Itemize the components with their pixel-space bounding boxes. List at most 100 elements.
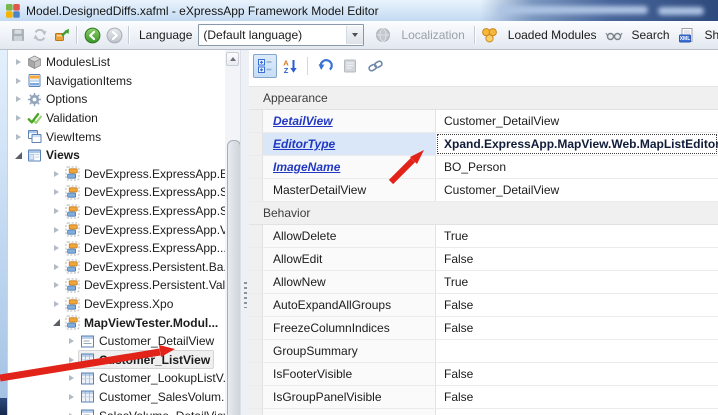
expand-expander-icon[interactable] — [50, 189, 63, 196]
property-row-imagename[interactable]: ImageName BO_Person — [249, 156, 718, 179]
tree-item-devexpress-expressapp-s-[interactable]: DevExpress.ExpressApp.S... — [8, 183, 225, 202]
property-name[interactable]: IsFooterVisible — [263, 363, 436, 385]
scroll-up-button[interactable] — [226, 52, 239, 66]
save-button[interactable] — [7, 24, 29, 46]
property-value[interactable]: False — [436, 248, 718, 270]
property-name[interactable]: MasterDetailView — [263, 179, 436, 201]
expand-expander-icon[interactable] — [65, 375, 78, 382]
expand-expander-icon[interactable] — [50, 226, 63, 233]
property-name[interactable]: EditorType — [263, 133, 436, 155]
tree-item-navigationitems[interactable]: NavigationItems — [8, 72, 225, 91]
expand-expander-icon[interactable] — [12, 77, 25, 84]
property-row-masterdetailmode[interactable]: MasterDetailModeListViewAndDetailView — [249, 409, 718, 415]
tree-item-devexpress-persistent-ba-[interactable]: DevExpress.Persistent.Ba... — [8, 258, 225, 277]
collapse-expander-icon[interactable] — [50, 319, 63, 327]
language-combobox-dropdown[interactable] — [346, 26, 364, 44]
tree-item-salesvolume-detailview[interactable]: SalesVolume_DetailView — [8, 406, 225, 415]
property-row-isgrouppanelvisible[interactable]: IsGroupPanelVisible False — [249, 386, 718, 409]
expand-expander-icon[interactable] — [50, 282, 63, 289]
property-name[interactable]: MasterDetailMode — [263, 409, 436, 415]
tree-item-viewitems[interactable]: ViewItems — [8, 127, 225, 146]
tree-item-customer-lookuplistv-[interactable]: Customer_LookupListV... — [8, 369, 225, 388]
property-row-freezecolumnindices[interactable]: FreezeColumnIndices False — [249, 317, 718, 340]
property-row-autoexpandallgroups[interactable]: AutoExpandAllGroups False — [249, 294, 718, 317]
tree-item-content[interactable]: Customer_ListView — [78, 350, 215, 370]
collapse-expander-icon[interactable] — [12, 151, 25, 159]
category-header-behavior[interactable]: Behavior — [249, 202, 718, 225]
tree-item-content[interactable]: DevExpress.ExpressApp.E... — [63, 164, 225, 183]
categorized-button[interactable] — [253, 53, 277, 78]
tree-item-customer-salesvolum-[interactable]: Customer_SalesVolum... — [8, 388, 225, 407]
tree-item-devexpress-persistent-val-[interactable]: DevExpress.Persistent.Val... — [8, 276, 225, 295]
property-value[interactable]: ListViewAndDetailView — [436, 409, 718, 415]
expand-expander-icon[interactable] — [12, 96, 25, 103]
tree-item-content[interactable]: Views — [25, 146, 84, 165]
tree-item-devexpress-expressapp-[interactable]: DevExpress.ExpressApp.... — [8, 239, 225, 258]
property-name[interactable]: DetailView — [263, 110, 436, 132]
tree-item-devexpress-xpo[interactable]: DevExpress.Xpo — [8, 295, 225, 314]
property-name[interactable]: ImageName — [263, 156, 436, 178]
tree-item-devexpress-expressapp-s-[interactable]: DevExpress.ExpressApp.S... — [8, 202, 225, 221]
property-row-groupsummary[interactable]: GroupSummary — [249, 340, 718, 363]
back-button[interactable] — [81, 24, 103, 46]
property-value[interactable]: True — [436, 225, 718, 247]
tree-item-content[interactable]: Validation — [25, 109, 102, 128]
tree-item-content[interactable]: NavigationItems — [25, 71, 136, 90]
undo-button[interactable] — [313, 54, 337, 78]
property-name[interactable]: GroupSummary — [263, 340, 436, 362]
tree-item-content[interactable]: SalesVolume_DetailView — [78, 406, 225, 415]
category-header-appearance[interactable]: Appearance — [249, 87, 718, 110]
property-row-allowdelete[interactable]: AllowDelete True — [249, 225, 718, 248]
tree-item-customer-listview[interactable]: Customer_ListView — [8, 350, 225, 370]
tree-item-content[interactable]: DevExpress.ExpressApp.... — [63, 239, 225, 258]
property-value[interactable]: False — [436, 317, 718, 339]
property-value[interactable]: Xpand.ExpressApp.MapView.Web.MapListEdit… — [436, 133, 718, 155]
tree-item-moduleslist[interactable]: ModulesList — [8, 53, 225, 72]
tree-item-content[interactable]: Customer_DetailView — [78, 332, 218, 351]
tree-item-content[interactable]: DevExpress.Persistent.Ba... — [63, 257, 225, 276]
tree-item-content[interactable]: DevExpress.ExpressApp.V... — [63, 220, 225, 239]
property-value[interactable]: False — [436, 294, 718, 316]
expand-expander-icon[interactable] — [50, 301, 63, 308]
tree-item-content[interactable]: DevExpress.Xpo — [63, 295, 177, 314]
tree-item-devexpress-expressapp-v-[interactable]: DevExpress.ExpressApp.V... — [8, 220, 225, 239]
property-value[interactable]: Customer_DetailView — [436, 179, 718, 201]
property-value[interactable]: BO_Person — [436, 156, 718, 178]
expand-expander-icon[interactable] — [50, 245, 63, 252]
tree-item-content[interactable]: Customer_LookupListV... — [78, 369, 225, 388]
property-row-isfootervisible[interactable]: IsFooterVisible False — [249, 363, 718, 386]
tree-item-content[interactable]: MapViewTester.Modul... — [63, 313, 222, 332]
search-button[interactable]: Search — [603, 24, 676, 46]
tree-item-content[interactable]: Options — [25, 90, 91, 109]
tree-item-content[interactable]: ModulesList — [25, 53, 114, 72]
expand-expander-icon[interactable] — [50, 208, 63, 215]
property-name[interactable]: FreezeColumnIndices — [263, 317, 436, 339]
tree-item-content[interactable]: ViewItems — [25, 127, 105, 146]
expand-expander-icon[interactable] — [65, 393, 78, 400]
property-row-detailview[interactable]: DetailView Customer_DetailView — [249, 110, 718, 133]
open-model-button[interactable] — [51, 24, 73, 46]
show-unusable-button[interactable]: XML Show Unu — [676, 24, 718, 46]
property-value[interactable]: False — [436, 363, 718, 385]
tree-scrollbar-thumb[interactable] — [226, 140, 241, 415]
refresh-button[interactable] — [29, 24, 51, 46]
tree-item-mapviewtester-modul-[interactable]: MapViewTester.Modul... — [8, 313, 225, 332]
tree-item-content[interactable]: DevExpress.ExpressApp.S... — [63, 183, 225, 202]
property-value[interactable]: Customer_DetailView — [436, 110, 718, 132]
sort-az-button[interactable]: AZ — [278, 54, 302, 78]
tree-item-devexpress-expressapp-e-[interactable]: DevExpress.ExpressApp.E... — [8, 165, 225, 184]
property-value[interactable]: False — [436, 386, 718, 408]
property-row-editortype[interactable]: EditorType Xpand.ExpressApp.MapView.Web.M… — [249, 133, 718, 156]
property-row-allowedit[interactable]: AllowEdit False — [249, 248, 718, 271]
forward-button[interactable] — [103, 24, 125, 46]
property-value[interactable]: True — [436, 271, 718, 293]
property-row-masterdetailview[interactable]: MasterDetailView Customer_DetailView — [249, 179, 718, 202]
expand-expander-icon[interactable] — [12, 133, 25, 140]
property-name[interactable]: AutoExpandAllGroups — [263, 294, 436, 316]
property-row-allownew[interactable]: AllowNew True — [249, 271, 718, 294]
tree-scrollbar[interactable] — [225, 50, 241, 415]
language-combobox[interactable]: (Default language) — [198, 24, 365, 46]
expand-expander-icon[interactable] — [50, 170, 63, 177]
tree-item-content[interactable]: Customer_SalesVolum... — [78, 387, 225, 406]
tree-item-content[interactable]: DevExpress.ExpressApp.S... — [63, 202, 225, 221]
